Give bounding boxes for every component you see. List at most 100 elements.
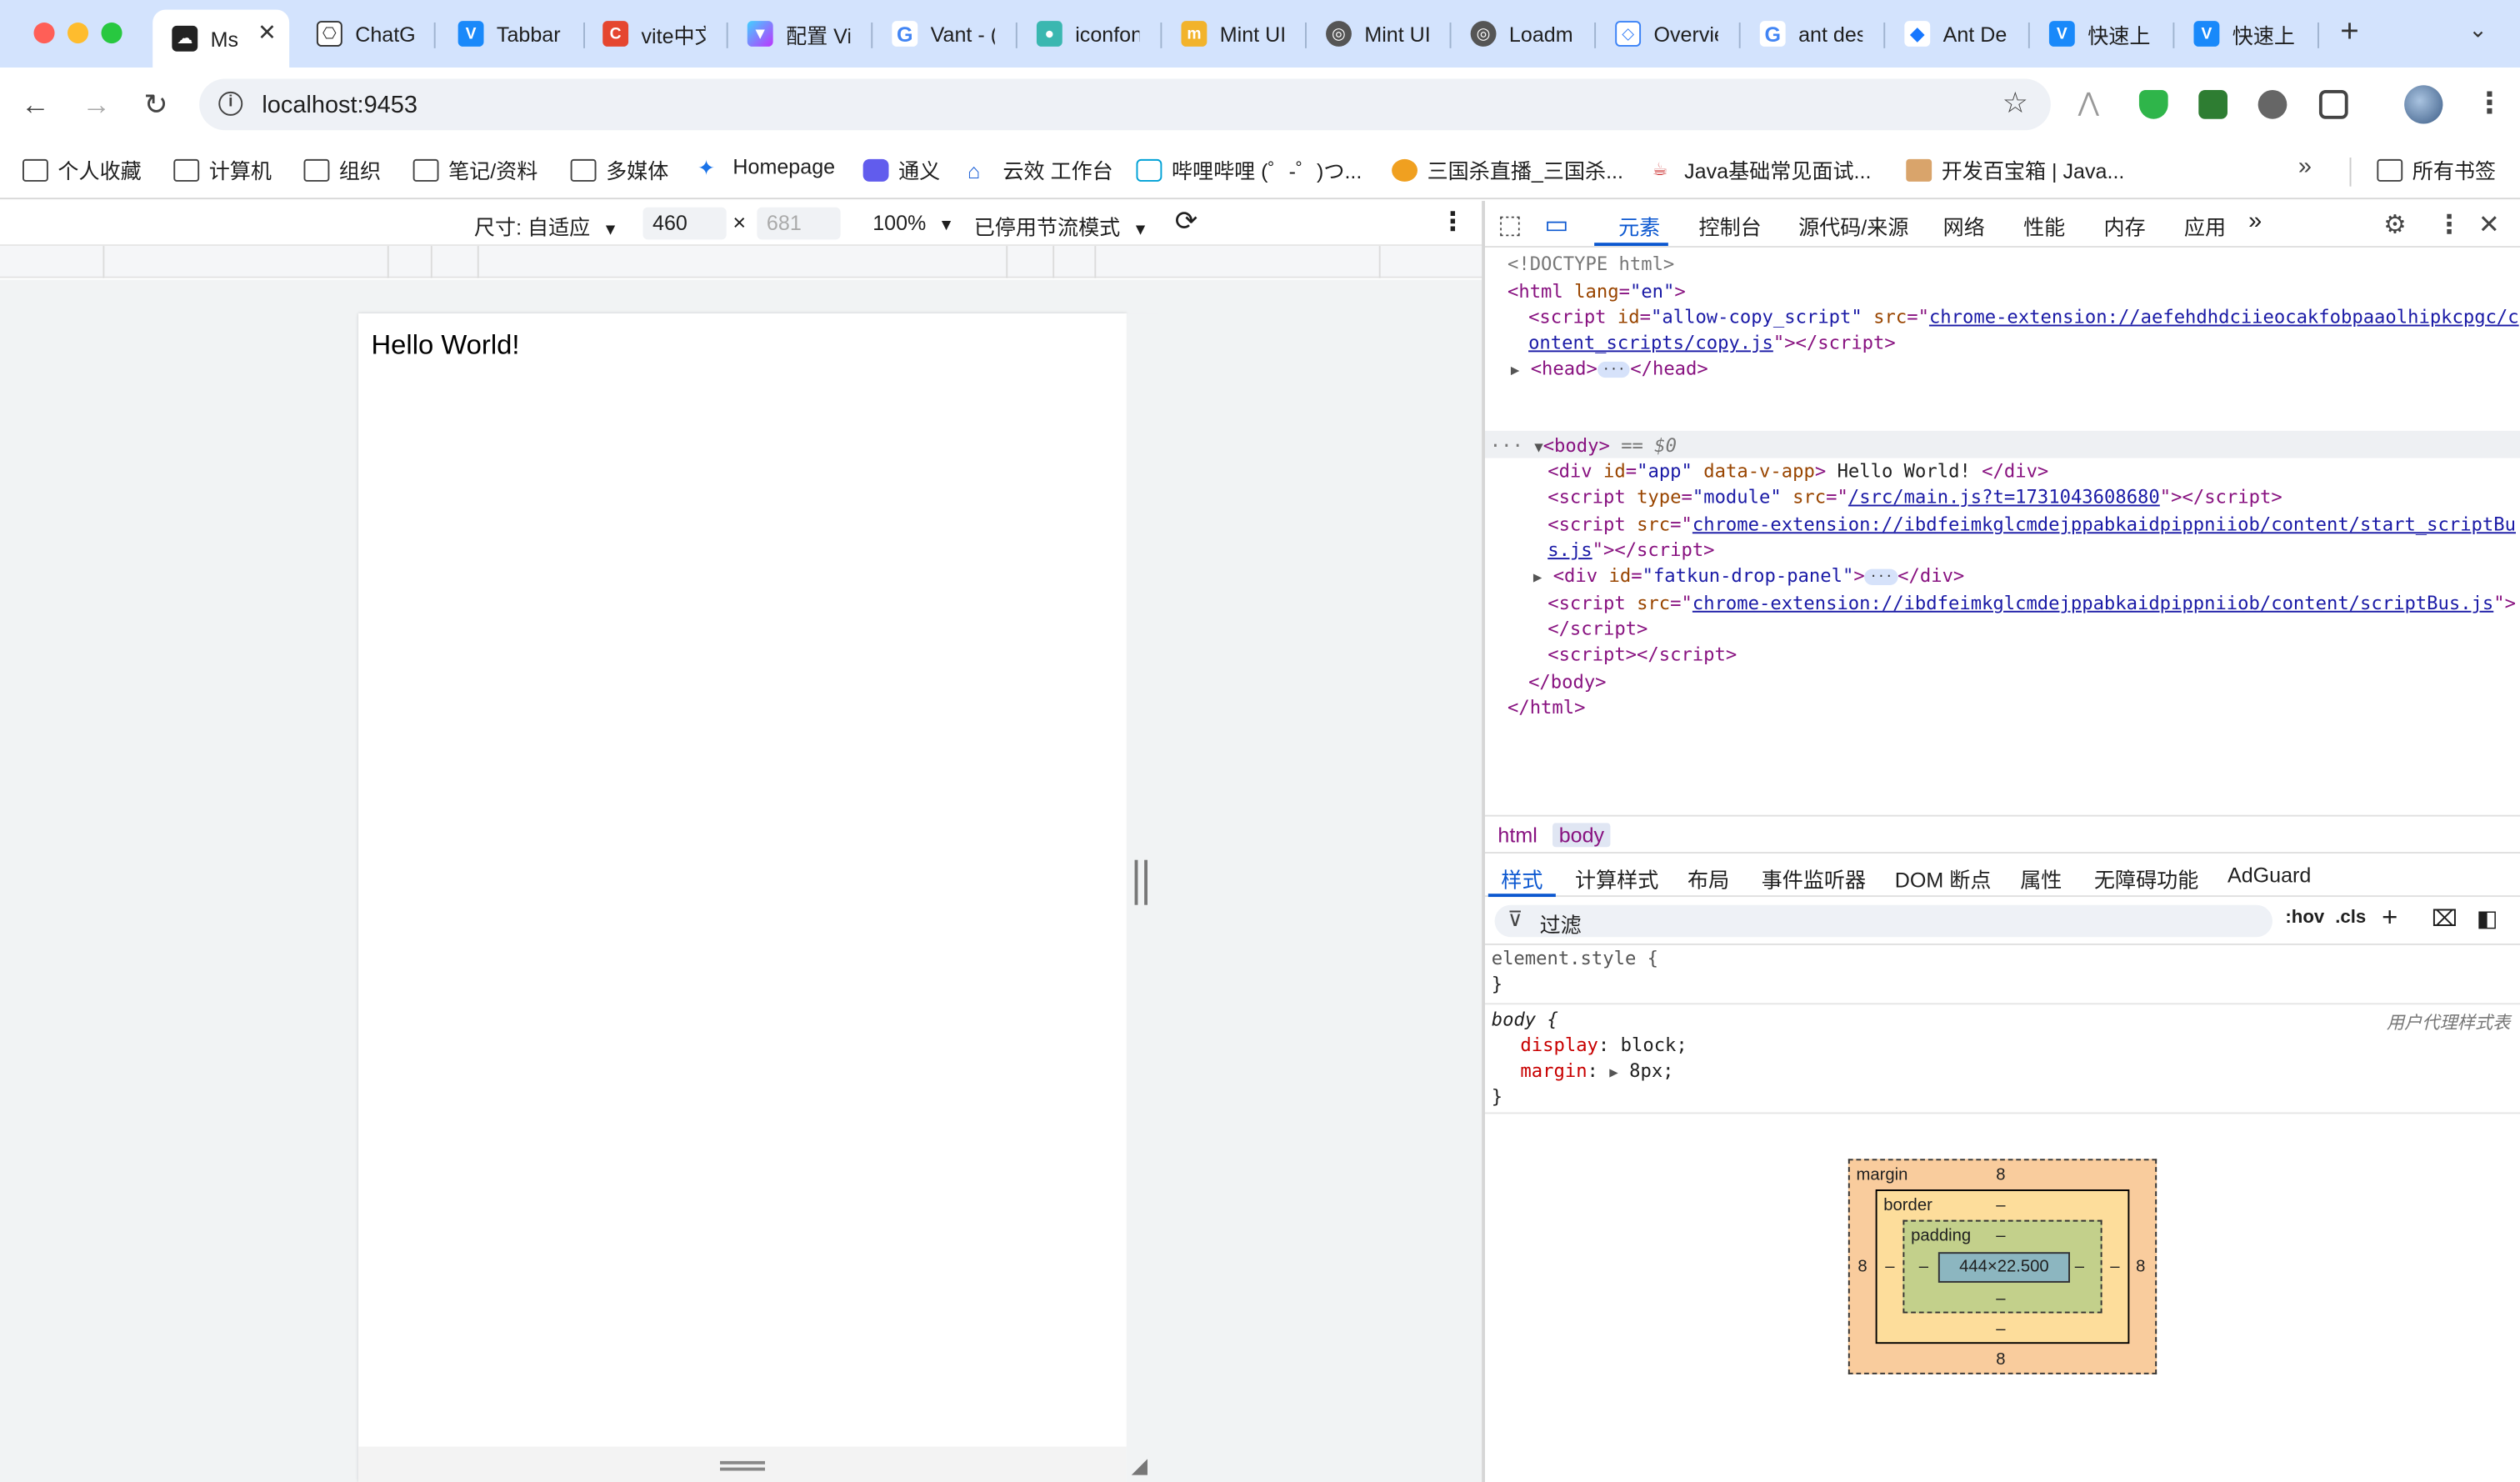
tab-mint-ui-1[interactable]: m Mint UI xyxy=(1162,10,1290,58)
dom-head-node[interactable]: ▶ <head> ··· </head> xyxy=(1511,355,1708,385)
tab-overview[interactable]: ◇ Overvie xyxy=(1596,10,1724,58)
tab-console[interactable]: 控制台 xyxy=(1698,211,1761,242)
bookmark-folder-media[interactable]: 多媒体 xyxy=(570,154,668,185)
rotate-icon[interactable]: ⟳ xyxy=(1175,206,1198,238)
tab-loadmore[interactable]: ◎ Loadm xyxy=(1451,10,1579,58)
address-url[interactable]: localhost:9453 xyxy=(262,92,418,119)
hover-state-button[interactable]: :hov xyxy=(2285,909,2324,928)
padding-top-value[interactable]: – xyxy=(1996,1226,2005,1245)
bookmark-bilibili[interactable]: 哔哩哔哩 (゜-゜)つ... xyxy=(1136,154,1362,185)
bookmark-folder-all[interactable]: 所有书签 xyxy=(2377,154,2496,185)
tab-chatgpt[interactable]: ⎔ ChatG xyxy=(298,10,426,58)
tab-performance[interactable]: 性能 xyxy=(2023,211,2065,242)
dom-bus-script[interactable]: <script src="chrome-extension://ibdfeimk… xyxy=(1548,511,2516,538)
device-toolbar-menu-icon[interactable]: ⋮ xyxy=(1440,206,1466,238)
border-top-value[interactable]: – xyxy=(1996,1196,2005,1215)
throttle-dropdown[interactable]: 已停用节流模式 ▼ xyxy=(974,211,1148,242)
bookmark-folder-favorites[interactable]: 个人收藏 xyxy=(22,154,142,185)
tab-active[interactable]: ☁ Ms ✕ xyxy=(152,9,290,68)
dom-html-close[interactable]: </html> xyxy=(1508,694,1585,721)
emulated-page[interactable] xyxy=(358,313,1127,1482)
bookmark-star-icon[interactable]: ☆ xyxy=(2002,87,2028,120)
device-width-input[interactable]: 460 xyxy=(642,207,727,240)
tab-quickstart-1[interactable]: V 快速上 xyxy=(2030,10,2158,58)
margin-bottom-value[interactable]: 8 xyxy=(1996,1350,2005,1369)
tab-vite-config[interactable]: ▼ 配置 Vi xyxy=(728,10,857,58)
bookmark-homepage[interactable]: ✦ Homepage xyxy=(698,154,835,179)
tab-search-icon[interactable]: ⌄ xyxy=(2468,16,2488,43)
resize-grip-icon[interactable] xyxy=(1134,859,1148,905)
margin-left-value[interactable]: 8 xyxy=(1858,1257,1867,1276)
body-rule-selector[interactable]: body { xyxy=(1492,1006,1558,1033)
resize-grip-icon[interactable] xyxy=(719,1460,765,1471)
tab-vant-google[interactable]: G Vant - ( xyxy=(872,10,1001,58)
site-info-icon[interactable]: i xyxy=(218,91,243,116)
class-toggle-button[interactable]: .cls xyxy=(2335,909,2366,928)
tab-sources[interactable]: 源代码/来源 xyxy=(1798,211,1908,242)
adguard-extension-icon[interactable] xyxy=(2138,89,2168,119)
border-right-value[interactable]: – xyxy=(2110,1257,2119,1276)
tab-layout[interactable]: 布局 xyxy=(1688,864,1729,894)
toggle-sidebar-icon[interactable]: ◧ xyxy=(2477,905,2498,933)
inspect-element-icon[interactable]: ⬚ xyxy=(1498,209,1522,242)
dom-drop-panel[interactable]: ▶ <div id="fatkun-drop-panel"> ··· </div> xyxy=(1533,563,1964,593)
bookmark-folder-notes[interactable]: 笔记/资料 xyxy=(412,154,538,185)
browser-menu-icon[interactable]: ⋮ xyxy=(2475,87,2504,120)
bookmark-devbox[interactable]: 开发百宝箱 | Java... xyxy=(1906,154,2124,185)
tab-vite-zh[interactable]: C vite中文 xyxy=(583,10,712,58)
margin-right-value[interactable]: 8 xyxy=(2136,1257,2145,1276)
dom-script-node[interactable]: <script id="allow-copy_script" src="chro… xyxy=(1528,303,2519,330)
tab-event-listeners[interactable]: 事件监听器 xyxy=(1762,864,1866,894)
dom-doctype[interactable]: <!DOCTYPE html> xyxy=(1508,251,1674,278)
dom-bus2-script[interactable]: <script src="chrome-extension://ibdfeimk… xyxy=(1548,590,2516,617)
breadcrumb-html[interactable]: html xyxy=(1492,823,1544,847)
tab-antd-google[interactable]: G ant des xyxy=(1741,10,1869,58)
dom-body-close[interactable]: </body> xyxy=(1528,668,1606,695)
zoom-dropdown[interactable]: 100% ▼ xyxy=(872,211,954,235)
reload-icon[interactable]: ↻ xyxy=(137,87,175,122)
close-devtools-icon[interactable]: ✕ xyxy=(2478,209,2500,242)
margin-declaration[interactable]: margin: ▶ 8px; xyxy=(1520,1058,1673,1088)
extension-icon[interactable] xyxy=(2258,89,2288,119)
dom-app-div[interactable]: <div id="app" data-v-app> Hello World! <… xyxy=(1548,458,2048,485)
tab-properties[interactable]: 属性 xyxy=(2020,864,2062,894)
extensions-puzzle-icon[interactable] xyxy=(2318,89,2348,119)
corner-resize-icon[interactable]: ◢ xyxy=(1132,1453,1148,1479)
bookmark-java[interactable]: ☕ Java基础常见面试... xyxy=(1652,154,1872,185)
forward-icon[interactable]: → xyxy=(78,87,116,122)
dom-main-script[interactable]: <script type="module" src="/src/main.js?… xyxy=(1548,483,2282,510)
tab-computed[interactable]: 计算样式 xyxy=(1575,864,1658,894)
dom-bus2-close[interactable]: </script> xyxy=(1548,616,1648,643)
new-rule-icon[interactable]: + xyxy=(2382,902,2398,934)
devtools-menu-icon[interactable]: ⋮ xyxy=(2437,209,2462,242)
tab-antd[interactable]: ◆ Ant De xyxy=(1885,10,2013,58)
tab-iconfont[interactable]: ● iconfon xyxy=(1018,10,1146,58)
device-size-dropdown[interactable]: 尺寸: 自适应 ▼ xyxy=(474,211,618,242)
bookmark-tongyi[interactable]: 通义 xyxy=(862,154,940,185)
more-tabs-icon[interactable]: » xyxy=(2248,208,2262,235)
new-tab-button[interactable]: + xyxy=(2333,14,2366,51)
close-window-button[interactable] xyxy=(33,22,55,44)
tab-accessibility[interactable]: 无障碍功能 xyxy=(2094,864,2198,894)
device-height-input[interactable]: 681 xyxy=(757,207,841,240)
paint-brush-icon[interactable]: ⌧ xyxy=(2432,905,2458,933)
display-declaration[interactable]: display: block; xyxy=(1520,1032,1687,1059)
padding-right-value[interactable]: – xyxy=(2075,1257,2084,1276)
tab-dom-breakpoints[interactable]: DOM 断点 xyxy=(1895,864,1992,894)
bookmark-yunxiao[interactable]: ⌂ 云效 工作台 xyxy=(968,154,1113,185)
close-tab-icon[interactable]: ✕ xyxy=(258,19,277,47)
bookmarks-overflow-icon[interactable]: » xyxy=(2298,153,2312,180)
element-style-rule[interactable]: element.style { xyxy=(1492,945,1658,972)
bookmark-folder-org[interactable]: 组织 xyxy=(303,154,381,185)
dom-bus-script-cont[interactable]: s.js"></script> xyxy=(1548,537,1714,563)
padding-bottom-value[interactable]: – xyxy=(1996,1289,2005,1309)
settings-gear-icon[interactable]: ⚙ xyxy=(2383,209,2407,242)
dom-empty-script[interactable]: <script></script> xyxy=(1548,641,1737,668)
tab-memory[interactable]: 内存 xyxy=(2103,211,2145,242)
bookmark-sanguosha[interactable]: 三国杀直播_三国杀... xyxy=(1392,154,1623,185)
padding-left-value[interactable]: – xyxy=(1919,1257,1928,1276)
tab-quickstart-2[interactable]: V 快速上 xyxy=(2174,10,2302,58)
margin-top-value[interactable]: 8 xyxy=(1996,1165,2005,1184)
tab-elements[interactable]: 元素 xyxy=(1618,211,1660,242)
bookmark-folder-computer[interactable]: 计算机 xyxy=(173,154,272,185)
